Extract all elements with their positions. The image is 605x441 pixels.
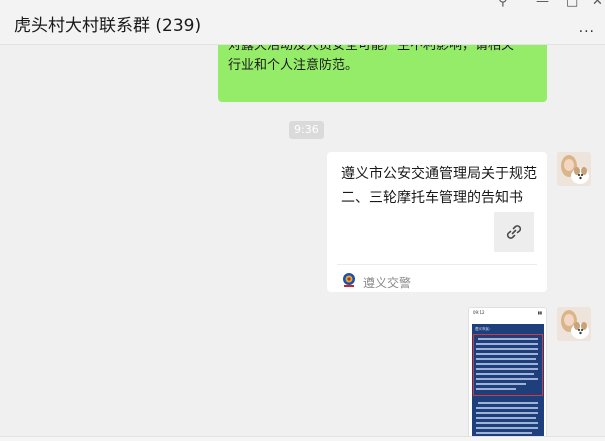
chat-header: 虎头村大村联系群 (239) ⚲ — □ ✕ ··· <box>0 0 605 44</box>
minimize-icon[interactable]: — <box>536 0 549 9</box>
text-line <box>476 353 538 355</box>
image-status-time: 09:12 <box>473 310 485 315</box>
chat-title[interactable]: 虎头村大村联系群 (239) <box>14 11 201 36</box>
self-text-message[interactable]: 对露天活动及人员安全可能产生不利影响，请相关 行业和个人注意防范。 <box>218 45 547 102</box>
link-thumbnail <box>494 212 534 252</box>
image-topbar <box>469 316 546 322</box>
text-line <box>476 373 534 375</box>
link-source-name: 遵义交警 <box>363 276 412 290</box>
avatar[interactable] <box>557 152 591 186</box>
message-timestamp: 9:36 <box>289 121 324 139</box>
text-line <box>476 358 536 360</box>
image-status-icons: ▮▮ <box>537 310 542 315</box>
close-icon[interactable]: ✕ <box>592 0 603 9</box>
text-line <box>476 427 538 429</box>
image-header-text: 遵义市民： <box>475 327 493 331</box>
image-message[interactable]: 09:12 ▮▮ 遵义市民： <box>468 307 547 436</box>
text-line <box>478 338 538 340</box>
link-icon <box>506 225 522 239</box>
text-line <box>476 412 538 414</box>
document-screenshot-icon: 遵义市民： <box>472 324 544 436</box>
pin-icon[interactable]: ⚲ <box>498 0 508 9</box>
text-line <box>476 407 538 409</box>
police-badge-icon <box>341 272 357 288</box>
input-toolbar[interactable] <box>0 436 605 441</box>
text-line <box>476 422 538 424</box>
text-line <box>476 363 538 365</box>
text-line <box>476 417 536 419</box>
text-line <box>478 402 538 404</box>
maximize-icon[interactable]: □ <box>566 0 578 9</box>
message-line: 行业和个人注意防范。 <box>228 58 359 73</box>
card-divider <box>337 264 537 265</box>
text-line <box>476 383 526 385</box>
text-line <box>476 378 538 380</box>
link-card-message[interactable]: 遵义市公安交通管理局关于规范二、三轮摩托车管理的告知书 遵义交警 <box>327 152 547 292</box>
text-line <box>476 343 538 345</box>
message-line: 对露天活动及人员安全可能产生不利影响，请相关 <box>228 45 515 53</box>
text-line <box>476 432 532 434</box>
more-options-icon[interactable]: ··· <box>579 24 595 40</box>
link-card-title: 遵义市公安交通管理局关于规范二、三轮摩托车管理的告知书 <box>341 166 537 206</box>
message-list[interactable]: 对露天活动及人员安全可能产生不利影响，请相关 行业和个人注意防范。 9:36 遵… <box>0 45 605 436</box>
text-line <box>476 388 516 390</box>
text-line <box>476 348 538 350</box>
avatar[interactable] <box>557 307 591 341</box>
text-line <box>476 368 538 370</box>
